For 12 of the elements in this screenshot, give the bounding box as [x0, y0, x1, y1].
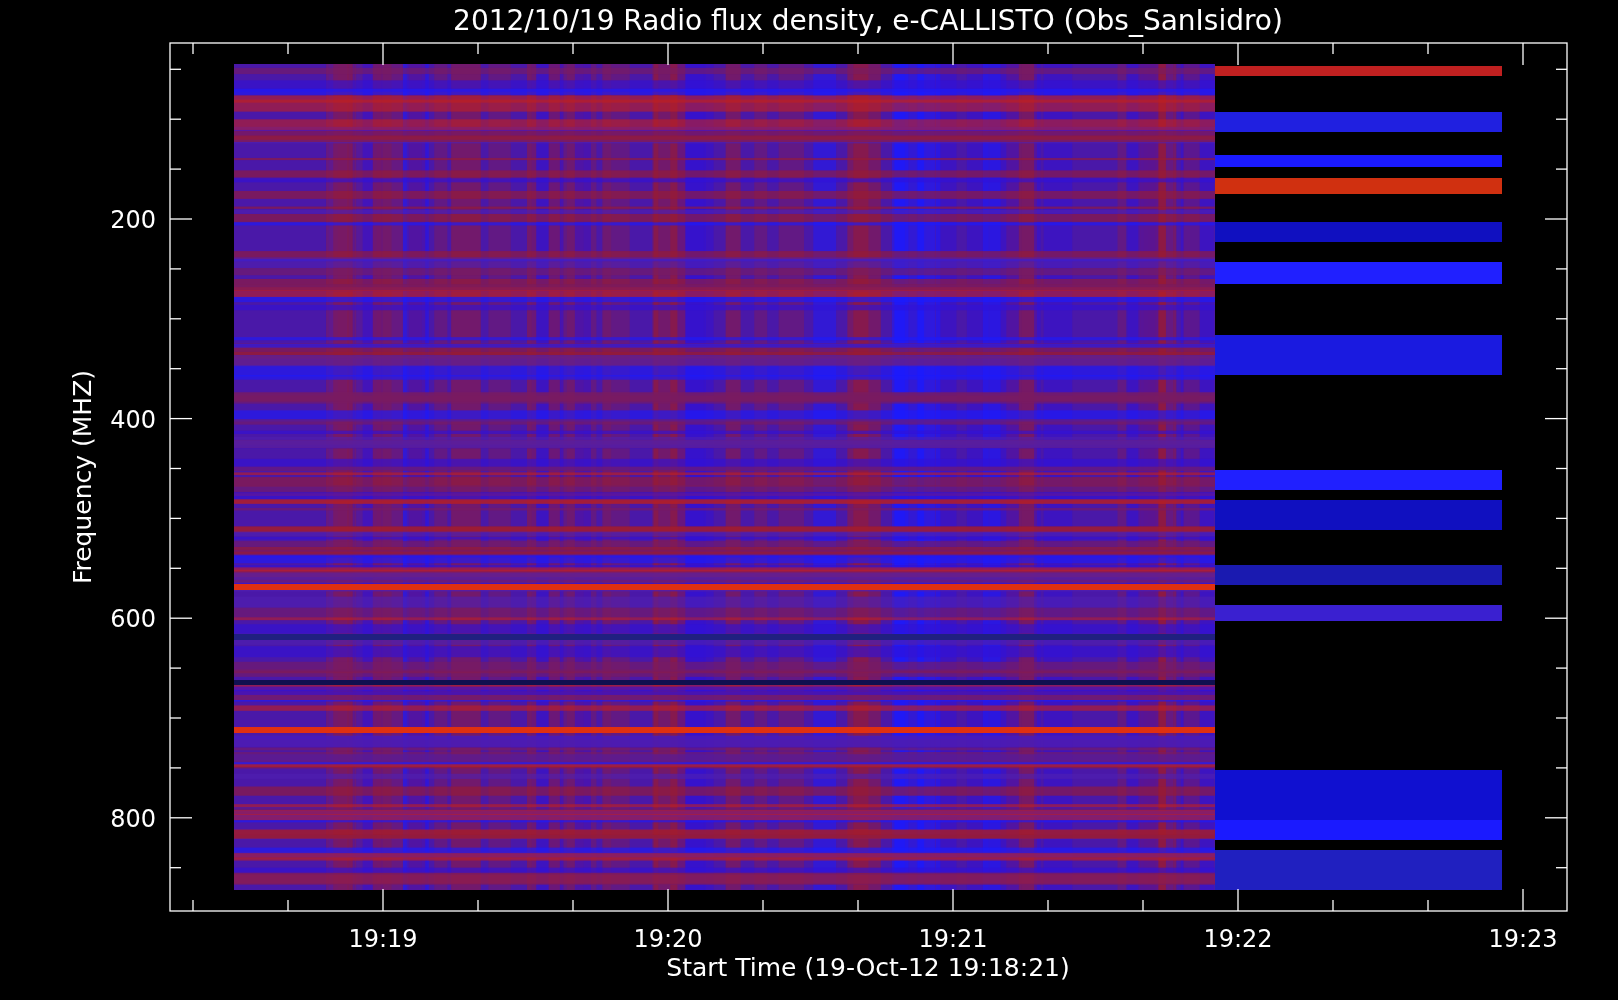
chart-title: 2012/10/19 Radio flux density, e-CALLISTO (Obs_SanIsidro)	[453, 4, 1283, 37]
x-tick-label: 19:23	[1488, 925, 1558, 953]
y-tick-label: 600	[110, 605, 156, 634]
y-axis-label: Frequency (MHZ)	[68, 369, 97, 585]
x-tick-label: 19:20	[633, 925, 703, 953]
x-tick-label: 19:21	[918, 925, 988, 953]
x-axis-label: Start Time (19-Oct-12 19:18:21)	[666, 953, 1070, 982]
x-tick-label: 19:19	[348, 925, 418, 953]
y-tick-label: 200	[110, 206, 156, 234]
y-tick-label: 800	[110, 804, 156, 833]
y-tick-label: 400	[110, 405, 156, 434]
x-tick-label: 19:22	[1203, 925, 1273, 953]
